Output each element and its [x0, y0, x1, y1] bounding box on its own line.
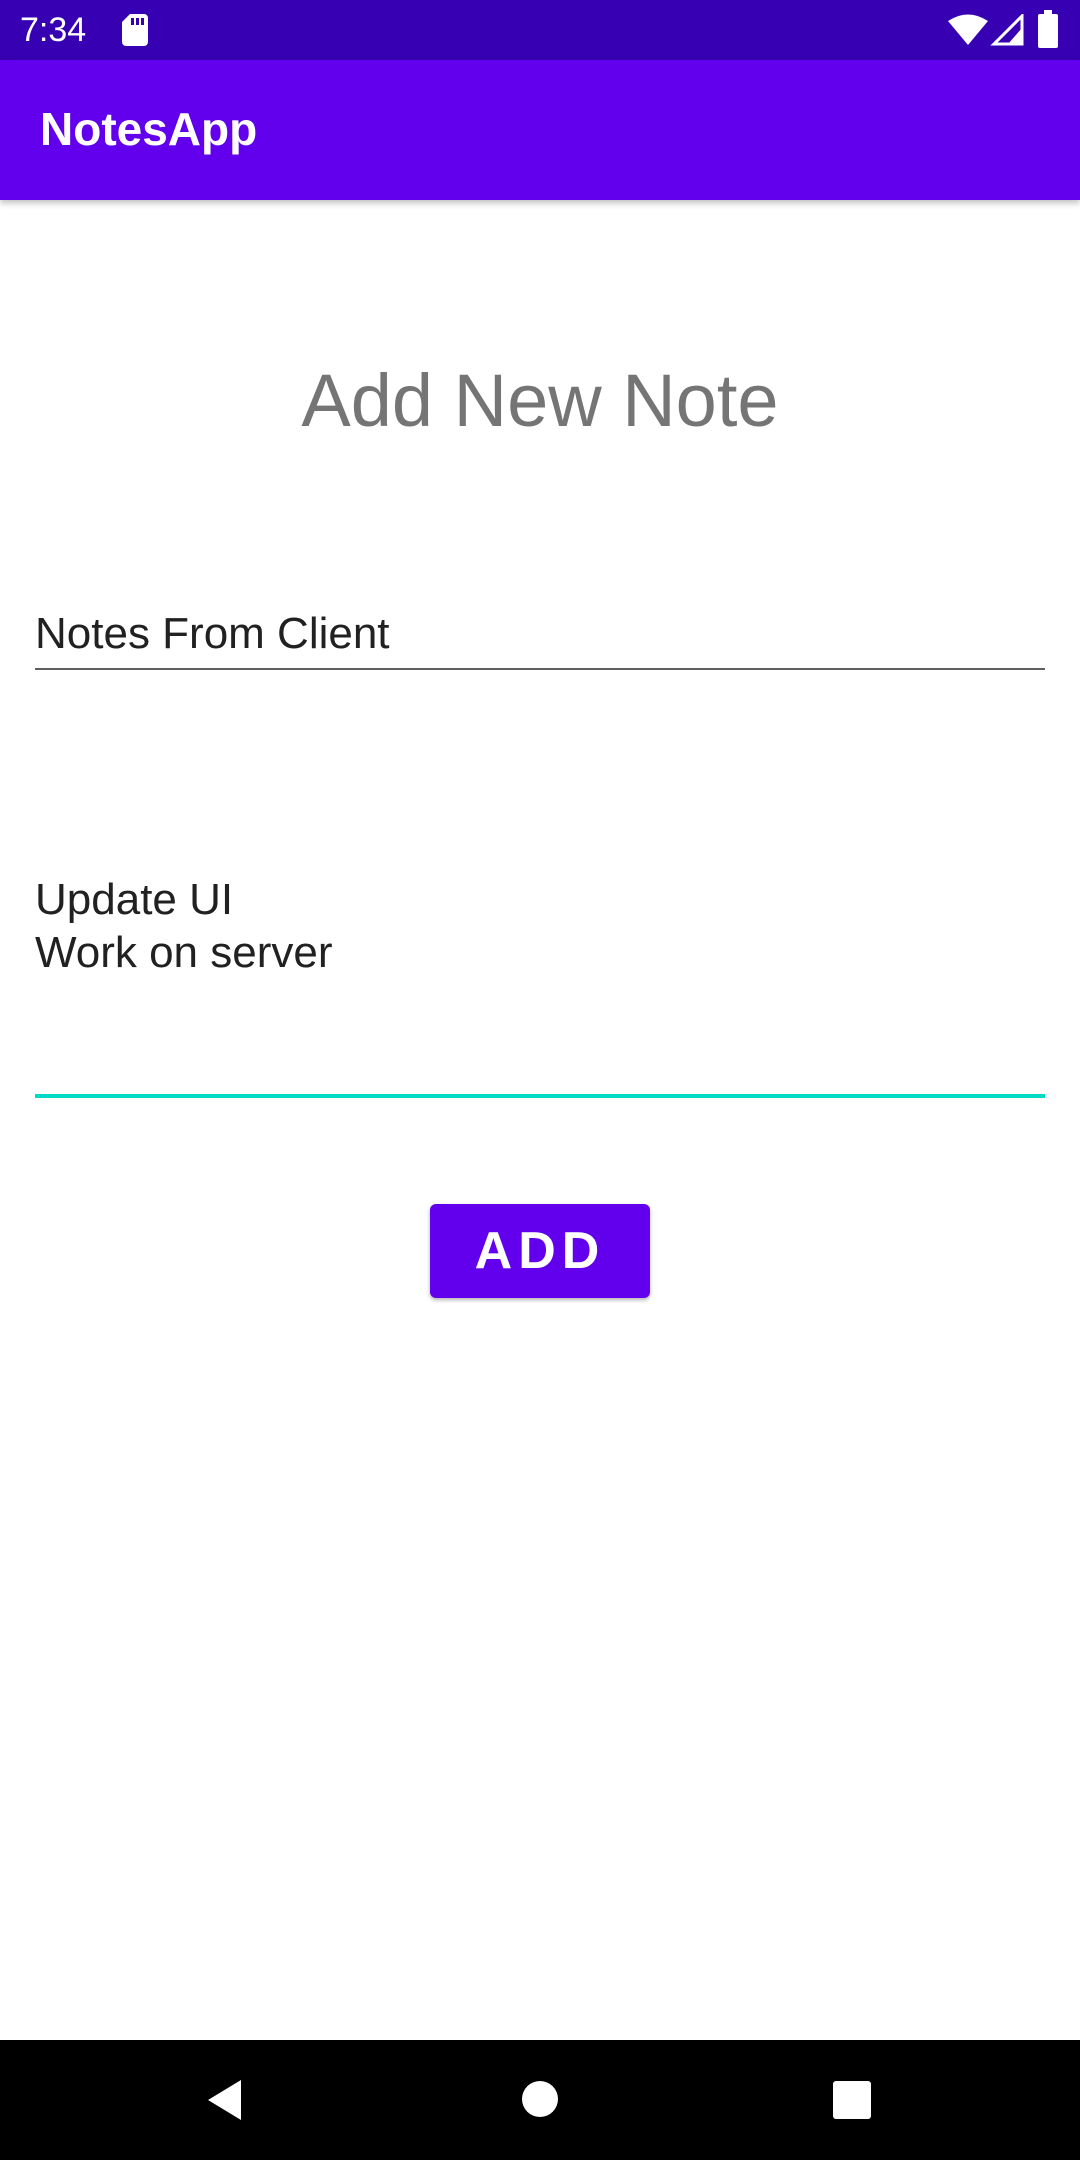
sd-card-icon: [122, 14, 148, 46]
note-body-line: Work on server: [35, 928, 333, 977]
page-heading: Add New Note: [301, 359, 779, 442]
recents-icon[interactable]: [833, 2081, 871, 2119]
app-bar: NotesApp: [0, 60, 1080, 200]
note-body-line: Update UI: [35, 875, 234, 924]
wifi-icon: [948, 14, 988, 45]
status-time: 7:34: [20, 11, 87, 49]
app-title: NotesApp: [40, 103, 258, 155]
battery-icon: [1038, 10, 1058, 48]
signal-icon: [990, 14, 1024, 46]
back-icon[interactable]: [205, 2078, 245, 2122]
note-title-field[interactable]: Notes From Client: [35, 600, 1045, 670]
status-bar: 7:34: [0, 0, 1080, 60]
note-body-field[interactable]: Update UI Work on server: [35, 870, 1045, 1098]
notes-app-screen: 7:34 NotesApp Add New Note Notes From Cl…: [0, 0, 1080, 2160]
home-icon[interactable]: [522, 2081, 558, 2117]
note-title-value: Notes From Client: [35, 609, 390, 658]
navigation-bar: [0, 2040, 1080, 2160]
add-button[interactable]: ADD: [430, 1204, 650, 1298]
